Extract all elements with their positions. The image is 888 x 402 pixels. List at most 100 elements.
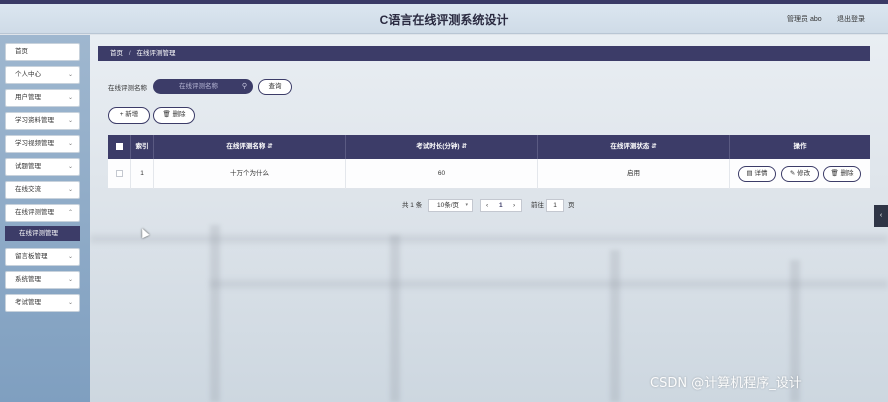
breadcrumb-current: 在线评测管理: [136, 50, 176, 57]
search-icon: ⚲: [241, 83, 247, 90]
pager-total: 共 1 条: [402, 202, 423, 209]
background-decoration: [610, 250, 620, 402]
chevron-down-icon: ⌄: [67, 118, 73, 124]
add-button[interactable]: + 新增: [108, 107, 150, 124]
header-ops: 操作: [793, 143, 807, 150]
header-duration[interactable]: 考试时长(分钟) ⇵: [346, 135, 538, 159]
edit-icon: ✎: [789, 170, 796, 177]
edit-label: 修改: [797, 170, 811, 177]
delete-label: 删除: [840, 170, 854, 177]
delete-button[interactable]: 🗑 删除: [823, 166, 861, 182]
cell-name: 十万个为什么: [154, 159, 346, 189]
current-page[interactable]: 1: [499, 200, 503, 211]
sidebar-item-question-management[interactable]: 试题管理 ⌄: [5, 158, 80, 176]
goto-label: 前往: [531, 202, 544, 209]
prev-page-icon[interactable]: ‹: [486, 200, 488, 211]
sidebar-item-online-eval[interactable]: 在线评测管理 ⌃: [5, 204, 80, 222]
sort-icon[interactable]: ⇵: [461, 143, 466, 150]
chevron-down-icon: ⌄: [67, 164, 73, 170]
sidebar-item-label: 学习资料管理: [15, 117, 54, 124]
edit-button[interactable]: ✎ 修改: [781, 166, 819, 182]
batch-delete-button[interactable]: 🗑 删除: [153, 107, 195, 124]
sidebar-subitem-label: 在线评测管理: [19, 230, 58, 237]
goto-page-input[interactable]: 1: [546, 199, 564, 212]
background-decoration: [390, 235, 400, 402]
trash-icon: 🗑: [162, 111, 171, 118]
page-size-select[interactable]: 10条/页 ▾: [428, 199, 473, 212]
breadcrumb-separator: /: [128, 50, 131, 57]
sidebar-item-label: 在线交流: [15, 186, 41, 193]
sidebar-item-video-management[interactable]: 学习视频管理 ⌄: [5, 135, 80, 153]
chevron-down-icon: ⌄: [67, 95, 73, 101]
trash-icon: 🗑: [830, 170, 839, 177]
sidebar-item-label: 个人中心: [15, 71, 41, 78]
breadcrumb-home[interactable]: 首页: [110, 50, 123, 57]
chevron-down-icon: ⌄: [67, 277, 73, 283]
batch-delete-label: 删除: [172, 111, 186, 118]
sidebar-subitem-online-eval-management[interactable]: 在线评测管理: [5, 226, 80, 241]
sidebar-item-user-management[interactable]: 用户管理 ⌄: [5, 89, 80, 107]
sidebar-item-label: 系统管理: [15, 276, 41, 283]
sidebar-item-system-management[interactable]: 系统管理 ⌄: [5, 271, 80, 289]
detail-label: 详情: [754, 170, 768, 177]
header-name[interactable]: 在线评测名称 ⇵: [154, 135, 346, 159]
sort-icon[interactable]: ⇵: [267, 143, 272, 150]
query-button[interactable]: 查询: [258, 79, 292, 95]
background-decoration: [210, 280, 888, 288]
sidebar-item-personal-center[interactable]: 个人中心 ⌄: [5, 66, 80, 84]
header-index: 索引: [131, 135, 154, 159]
admin-user-label: 管理员 abo: [787, 16, 822, 23]
checkbox[interactable]: [115, 169, 123, 177]
chevron-down-icon: ⌄: [67, 72, 73, 78]
next-page-icon[interactable]: ›: [513, 200, 515, 211]
sidebar-item-label: 首页: [15, 48, 28, 55]
sidebar-item-label: 学习视频管理: [15, 140, 54, 147]
chevron-down-icon: ⌄: [67, 141, 73, 147]
table-row: 1 十万个为什么 60 启用 ▤ 详情 ✎ 修改 🗑 删除: [108, 159, 870, 189]
chevron-down-icon: ⌄: [67, 254, 73, 260]
background-decoration: [210, 225, 220, 402]
eval-table: 索引 在线评测名称 ⇵ 考试时长(分钟) ⇵ 在线评测状态 ⇵ 操作 1 十万个…: [108, 135, 870, 189]
header-select-all[interactable]: [108, 135, 131, 159]
checkbox[interactable]: [115, 142, 123, 150]
page-unit-label: 页: [568, 202, 575, 209]
header-status[interactable]: 在线评测状态 ⇵: [538, 135, 730, 159]
sidebar-item-exam-management[interactable]: 考试管理 ⌄: [5, 294, 80, 312]
logout-link[interactable]: 退出登录: [837, 14, 865, 24]
chevron-down-icon: ▾: [465, 202, 468, 208]
sidebar: 首页 个人中心 ⌄ 用户管理 ⌄ 学习资料管理 ⌄ 学习视频管理 ⌄ 试题管理 …: [0, 35, 90, 402]
detail-icon: ▤: [746, 170, 753, 177]
detail-button[interactable]: ▤ 详情: [738, 166, 776, 182]
table-header: 索引 在线评测名称 ⇵ 考试时长(分钟) ⇵ 在线评测状态 ⇵ 操作: [108, 135, 870, 159]
sidebar-item-materials-management[interactable]: 学习资料管理 ⌄: [5, 112, 80, 130]
page-size-value: 10条/页: [437, 202, 460, 209]
collapse-tab-chevron-left-icon[interactable]: ‹: [874, 205, 888, 227]
app-title: C语言在线评测系统设计: [379, 13, 509, 27]
sidebar-item-label: 留言板管理: [15, 253, 48, 260]
sidebar-item-online-chat[interactable]: 在线交流 ⌄: [5, 181, 80, 199]
sort-icon[interactable]: ⇵: [651, 143, 656, 150]
sidebar-item-message-board[interactable]: 留言板管理 ⌄: [5, 248, 80, 266]
search-placeholder: 在线评测名称: [179, 83, 218, 90]
chevron-down-icon: ⌄: [67, 187, 73, 193]
search-label: 在线评测名称: [108, 85, 147, 92]
cell-index: 1: [131, 159, 154, 189]
watermark: CSDN @计算机程序_设计: [650, 376, 802, 391]
cell-ops: ▤ 详情 ✎ 修改 🗑 删除: [730, 159, 870, 189]
header-status-label: 在线评测状态: [610, 143, 650, 150]
pager-nav: ‹ 1 ›: [480, 199, 522, 212]
search-input[interactable]: 在线评测名称 ⚲: [153, 79, 253, 94]
main-content: 首页 / 在线评测管理 在线评测名称 在线评测名称 ⚲ 查询 + 新增 🗑 删除…: [90, 35, 888, 402]
app-header: C语言在线评测系统设计 管理员 abo 退出登录: [0, 4, 888, 34]
cell-duration: 60: [346, 159, 538, 189]
header-name-label: 在线评测名称: [226, 143, 266, 150]
row-select[interactable]: [108, 159, 131, 189]
sidebar-item-home[interactable]: 首页: [5, 43, 80, 61]
header-duration-label: 考试时长(分钟): [416, 143, 460, 150]
sidebar-item-label: 在线评测管理: [15, 209, 54, 216]
sidebar-item-label: 用户管理: [15, 94, 41, 101]
chevron-up-icon: ⌃: [67, 210, 73, 216]
sidebar-item-label: 试题管理: [15, 163, 41, 170]
chevron-down-icon: ⌄: [67, 300, 73, 306]
breadcrumb: 首页 / 在线评测管理: [98, 46, 870, 61]
